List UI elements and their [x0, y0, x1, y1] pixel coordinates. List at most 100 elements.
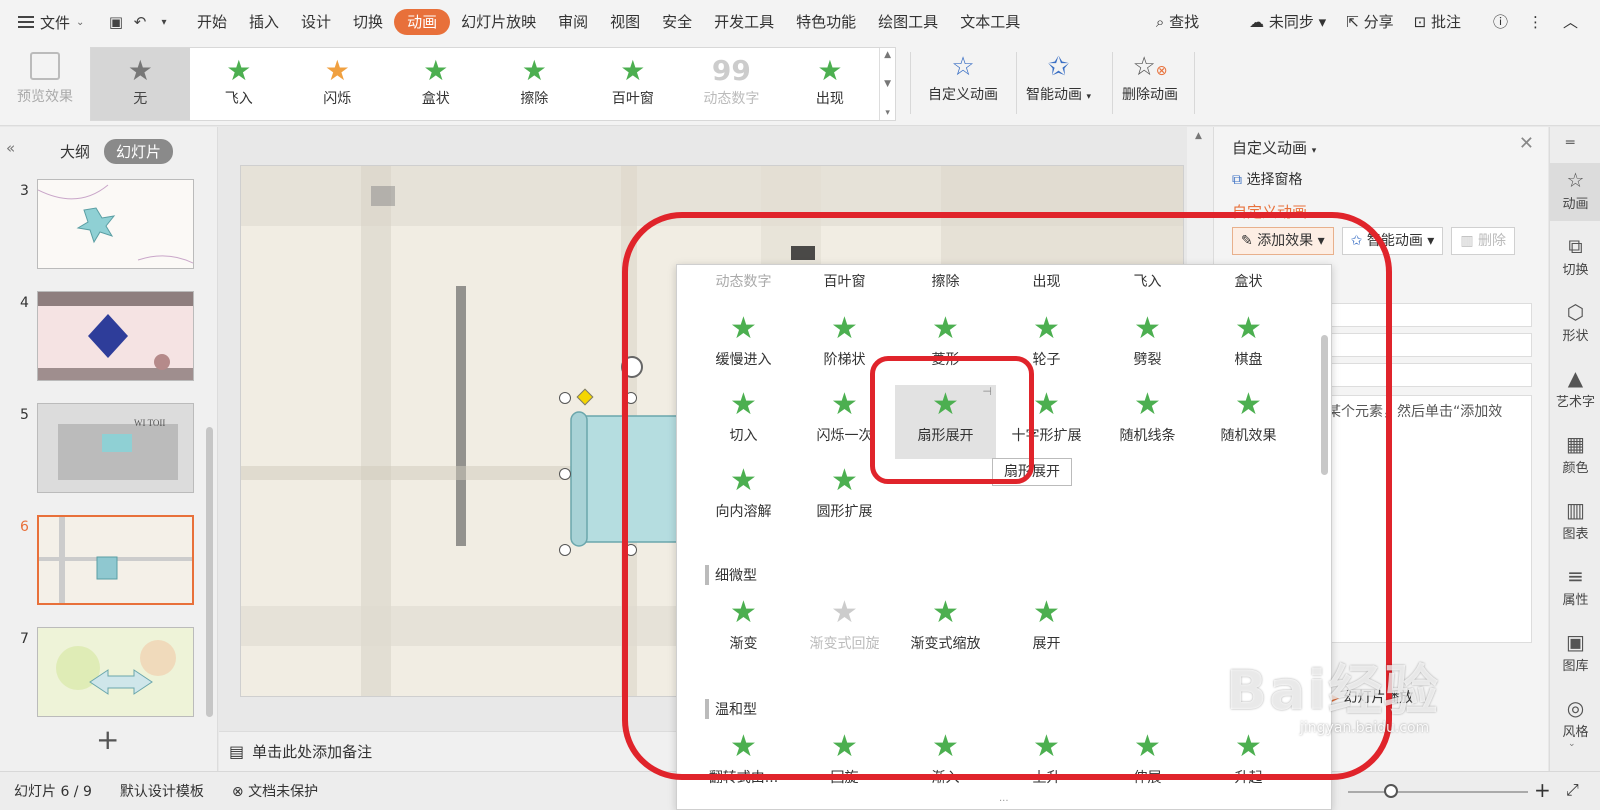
- preview-effect-button[interactable]: 预览效果: [10, 50, 80, 116]
- gallery-item[interactable]: ★ 擦除: [485, 48, 584, 120]
- menu-tab[interactable]: 视图: [599, 9, 651, 35]
- hamburger-icon: [18, 16, 34, 28]
- zoom-in-icon[interactable]: +: [1534, 778, 1551, 802]
- resize-handle[interactable]: [559, 544, 571, 556]
- menu-tab[interactable]: 动画: [394, 9, 451, 35]
- task-pane-title-label: 自定义动画: [1232, 139, 1308, 157]
- resize-handle[interactable]: [559, 392, 571, 404]
- custom-animation-button[interactable]: ☆ 自定义动画: [928, 50, 998, 104]
- gallery-item[interactable]: ★ 闪烁: [288, 48, 387, 120]
- undo-icon[interactable]: ↶: [128, 13, 152, 31]
- select-pane-button[interactable]: ⧉ 选择窗格: [1232, 169, 1302, 189]
- gallery-item[interactable]: ★ 无: [91, 48, 190, 120]
- zoom-slider-handle[interactable]: [1384, 784, 1398, 798]
- search-button[interactable]: ⌕ 查找: [1148, 9, 1207, 35]
- slide-thumbnail[interactable]: [37, 515, 194, 605]
- menu-tab[interactable]: 切换: [342, 9, 394, 35]
- save-icon[interactable]: ▣: [104, 13, 128, 31]
- smart-animation-button[interactable]: ✩ 智能动画 ▾: [1026, 50, 1091, 104]
- menu-tab[interactable]: 插入: [238, 9, 290, 35]
- menu-tab[interactable]: 文本工具: [949, 9, 1031, 35]
- custom-animation-icon: ☆: [951, 52, 975, 82]
- template-name[interactable]: 默认设计模板: [106, 781, 218, 801]
- slide-number: 7: [20, 631, 29, 647]
- menu-tab[interactable]: 特色功能: [785, 9, 867, 35]
- side-tool-label: 动画: [1562, 197, 1589, 212]
- transition-icon: ⧉: [1568, 234, 1583, 258]
- menu-bar: 文件 ⌄ ▣ ↶ ▾ 开始 插入 设计 切换 动画 幻灯片放映 审阅 视图 安全 开发工具 特色功能…: [0, 0, 1600, 44]
- gallery-item[interactable]: 99 动态数字: [682, 48, 781, 120]
- side-tool-button[interactable]: ☆ 动画: [1550, 163, 1600, 221]
- side-tool-button[interactable]: ▥ 图表: [1550, 493, 1600, 551]
- baidu-watermark-url: jingyan.baidu.com: [1300, 720, 1430, 736]
- delete-effect-button[interactable]: ▥ 删除: [1451, 227, 1516, 255]
- protection-status[interactable]: ⊗ 文档未保护: [218, 781, 332, 801]
- ribbon-separator: [1112, 52, 1113, 114]
- file-menu-label: 文件: [40, 13, 71, 32]
- gallery-down-icon[interactable]: ▼: [884, 79, 891, 89]
- comment-button[interactable]: ⊡ 批注: [1406, 9, 1469, 35]
- properties-icon: ≡: [1567, 564, 1584, 588]
- gallery-item[interactable]: ★ 百叶窗: [584, 48, 683, 120]
- delete-effect-label: 删除: [1478, 233, 1507, 249]
- tab-slides[interactable]: 幻灯片: [104, 139, 174, 164]
- style-icon: ◎: [1566, 696, 1585, 720]
- gallery-item[interactable]: ★ 盒状: [387, 48, 486, 120]
- animation-gallery: ★ 无 ★ 飞入 ★ 闪烁 ★ 盒状 ★ 擦除 ★ 百叶窗 99 动态数字 ★ 出现 ▲ ▼ ▾: [90, 47, 896, 121]
- gallery-scroll[interactable]: ▲ ▼ ▾: [879, 48, 895, 120]
- side-tool-button[interactable]: ▲ 艺术字: [1550, 361, 1600, 419]
- collapse-ribbon-icon[interactable]: ︿: [1555, 9, 1586, 35]
- menu-tab[interactable]: 设计: [290, 9, 342, 35]
- help-icon[interactable]: ⓘ: [1485, 9, 1516, 35]
- slide-thumbnail[interactable]: [37, 627, 194, 717]
- menu-tab[interactable]: 审阅: [547, 9, 599, 35]
- fit-window-icon[interactable]: ⤢: [1566, 780, 1579, 800]
- menu-tab[interactable]: 开始: [186, 9, 238, 35]
- add-slide-icon[interactable]: +: [96, 723, 119, 756]
- gallery-expand-icon[interactable]: ▾: [885, 108, 890, 118]
- side-tool-button[interactable]: ▣ 图库: [1550, 625, 1600, 683]
- side-tool-button[interactable]: ⬡ 形状: [1550, 295, 1600, 353]
- resize-handle[interactable]: [559, 468, 571, 480]
- star-gray-icon: ★: [127, 54, 153, 87]
- gallery-item[interactable]: ★ 出现: [781, 48, 880, 120]
- task-pane-title[interactable]: 自定义动画 ▾: [1232, 137, 1316, 158]
- preview-icon: [30, 52, 60, 80]
- slide-thumbnail[interactable]: [37, 291, 194, 381]
- resize-grip-icon[interactable]: ···: [999, 796, 1009, 807]
- side-tool-button[interactable]: ◎ 风格: [1550, 691, 1600, 749]
- zoom-slider[interactable]: [1348, 791, 1528, 793]
- menu-tab[interactable]: 幻灯片放映: [450, 9, 547, 35]
- notes-icon: ▤: [229, 742, 245, 761]
- select-pane-label: 选择窗格: [1246, 172, 1303, 188]
- collapse-panel-icon[interactable]: «: [6, 139, 15, 157]
- menu-tabs: 开始 插入 设计 切换 动画 幻灯片放映 审阅 视图 安全 开发工具 特色功能 绘图工具 文本工具: [186, 9, 1031, 35]
- menu-tab[interactable]: 开发工具: [703, 9, 785, 35]
- side-tool-button[interactable]: ▦ 颜色: [1550, 427, 1600, 485]
- custom-animation-label: 自定义动画: [928, 87, 998, 103]
- slide-panel: « 大纲 幻灯片 3 4 5 WI TOII 6 7 +: [0, 127, 218, 771]
- side-toolbar-menu-icon[interactable]: ═: [1566, 135, 1574, 151]
- slide-panel-scrollbar[interactable]: [206, 427, 213, 717]
- menu-tab[interactable]: 安全: [651, 9, 703, 35]
- slide-thumbnail[interactable]: WI TOII: [37, 403, 194, 493]
- tab-outline[interactable]: 大纲: [52, 139, 98, 164]
- file-menu[interactable]: 文件 ⌄: [0, 12, 104, 33]
- delete-animation-button[interactable]: ☆⊗ 删除动画: [1122, 50, 1178, 104]
- wordart-icon: ▲: [1567, 366, 1584, 390]
- close-icon[interactable]: ✕: [1519, 133, 1534, 154]
- search-icon: ⌕: [1155, 13, 1165, 31]
- sync-button[interactable]: ☁ 未同步 ▾: [1241, 9, 1334, 35]
- quick-access-dropdown-icon[interactable]: ▾: [152, 17, 176, 28]
- scroll-up-icon[interactable]: ▲: [1195, 131, 1202, 141]
- side-tool-button[interactable]: ≡ 属性: [1550, 559, 1600, 617]
- share-icon: ⇱: [1346, 13, 1359, 31]
- more-icon[interactable]: ⋮: [1520, 9, 1551, 35]
- gallery-item-label: 百叶窗: [611, 91, 654, 107]
- slide-thumbnail[interactable]: [37, 179, 194, 269]
- gallery-item[interactable]: ★ 飞入: [190, 48, 289, 120]
- side-tool-button[interactable]: ⧉ 切换: [1550, 229, 1600, 287]
- gallery-up-icon[interactable]: ▲: [884, 50, 891, 60]
- menu-tab[interactable]: 绘图工具: [867, 9, 949, 35]
- share-button[interactable]: ⇱ 分享: [1338, 9, 1401, 35]
